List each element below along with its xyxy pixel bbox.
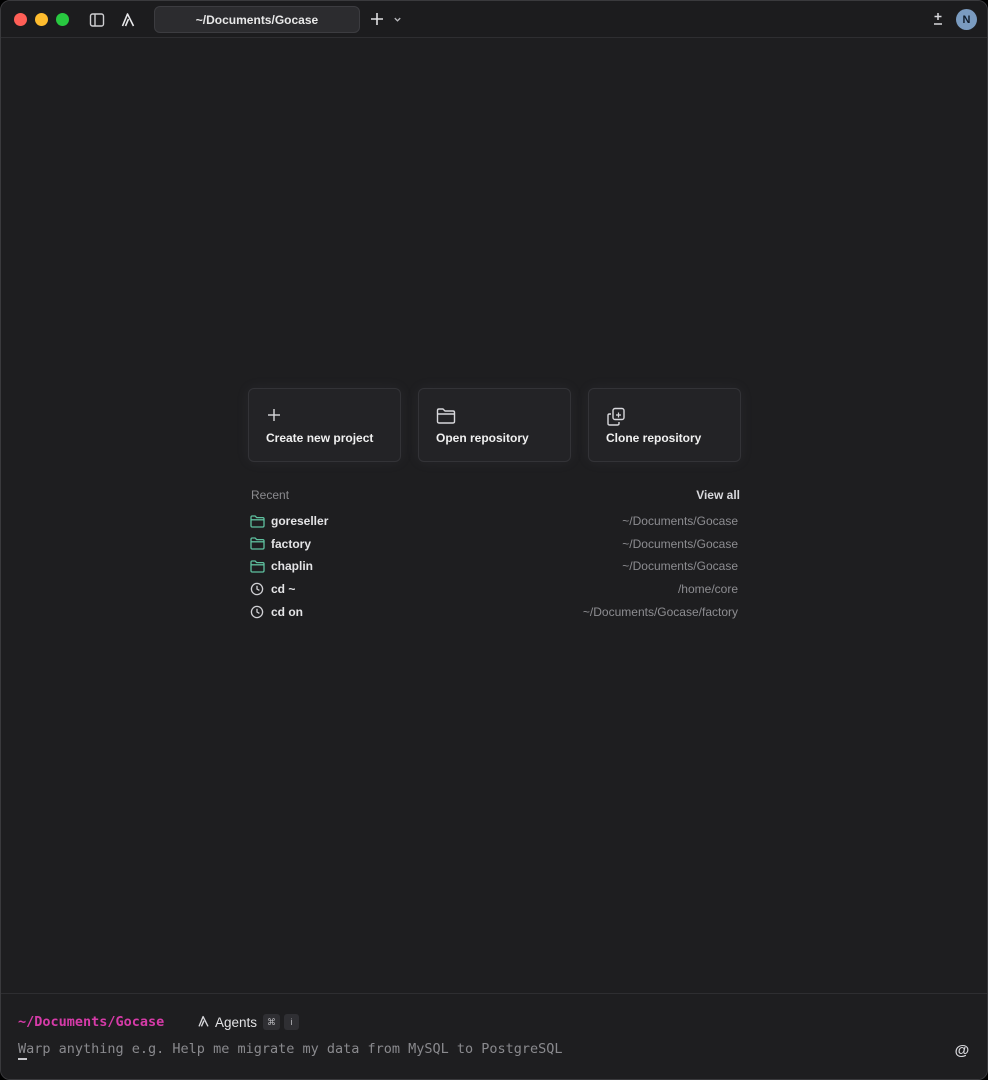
- folder-icon: [436, 407, 456, 427]
- recent-list: goreseller ~/Documents/Gocase factory ~/…: [250, 510, 740, 623]
- recent-item-path: ~/Documents/Gocase/factory: [582, 604, 738, 619]
- clone-icon: [606, 407, 626, 427]
- agents-button[interactable]: Agents ⌘ i: [197, 1014, 300, 1030]
- history-icon: [250, 581, 266, 597]
- clone-repository-label: Clone repository: [606, 431, 702, 445]
- tab-current-directory[interactable]: ~/Documents/Gocase: [154, 6, 360, 33]
- clone-repository-button[interactable]: Clone repository: [588, 388, 741, 462]
- title-bar: ~/Documents/Gocase N: [1, 1, 987, 38]
- tab-title: ~/Documents/Gocase: [195, 12, 319, 27]
- user-avatar[interactable]: N: [956, 9, 977, 30]
- plus-minus-icon[interactable]: [929, 10, 947, 28]
- recent-item[interactable]: cd on ~/Documents/Gocase/factory: [250, 600, 740, 623]
- warp-agent-icon: [197, 1015, 211, 1029]
- close-window-button[interactable]: [14, 13, 27, 26]
- recent-item-name: factory: [271, 536, 312, 551]
- recent-item[interactable]: factory ~/Documents/Gocase: [250, 533, 740, 556]
- create-new-project-label: Create new project: [266, 431, 374, 445]
- maximize-window-button[interactable]: [56, 13, 69, 26]
- recent-item[interactable]: chaplin ~/Documents/Gocase: [250, 555, 740, 578]
- recent-heading: Recent: [251, 488, 290, 502]
- folder-icon: [250, 513, 266, 529]
- sidebar-toggle-icon[interactable]: [88, 11, 106, 29]
- recent-item-name: cd on: [271, 604, 303, 619]
- create-new-project-button[interactable]: Create new project: [248, 388, 401, 462]
- folder-icon: [250, 558, 266, 574]
- recent-item-path: ~/Documents/Gocase: [622, 514, 738, 529]
- at-mention-button[interactable]: @: [953, 1041, 971, 1059]
- shortcut-key-i: i: [284, 1014, 300, 1030]
- recent-item-name: goreseller: [271, 514, 329, 529]
- chevron-down-icon[interactable]: [390, 11, 404, 27]
- shortcut-key-command: ⌘: [263, 1014, 281, 1030]
- open-repository-label: Open repository: [436, 431, 529, 445]
- minimize-window-button[interactable]: [35, 13, 48, 26]
- folder-icon: [250, 536, 266, 552]
- recent-item-path: /home/core: [677, 582, 738, 597]
- plus-icon: [266, 407, 286, 427]
- current-directory-label[interactable]: ~/Documents/Gocase: [18, 1014, 164, 1030]
- app-window: ~/Documents/Gocase N Create new project …: [0, 0, 988, 1080]
- history-icon: [250, 604, 266, 620]
- new-tab-plus-icon[interactable]: [368, 10, 386, 28]
- recent-item-path: ~/Documents/Gocase: [622, 559, 738, 574]
- prompt-input[interactable]: [18, 1041, 918, 1057]
- recent-item[interactable]: cd ~ /home/core: [250, 578, 740, 601]
- warp-logo-icon[interactable]: [119, 11, 137, 29]
- agents-label: Agents: [215, 1014, 258, 1030]
- recent-item-name: cd ~: [271, 582, 296, 597]
- view-all-link[interactable]: View all: [696, 488, 740, 502]
- open-repository-button[interactable]: Open repository: [418, 388, 571, 462]
- text-cursor: [18, 1058, 27, 1060]
- recent-item-path: ~/Documents/Gocase: [622, 536, 738, 551]
- recent-item-name: chaplin: [271, 559, 314, 574]
- command-input-area: ~/Documents/Gocase Agents ⌘ i @: [1, 993, 987, 1079]
- recent-item[interactable]: goreseller ~/Documents/Gocase: [250, 510, 740, 533]
